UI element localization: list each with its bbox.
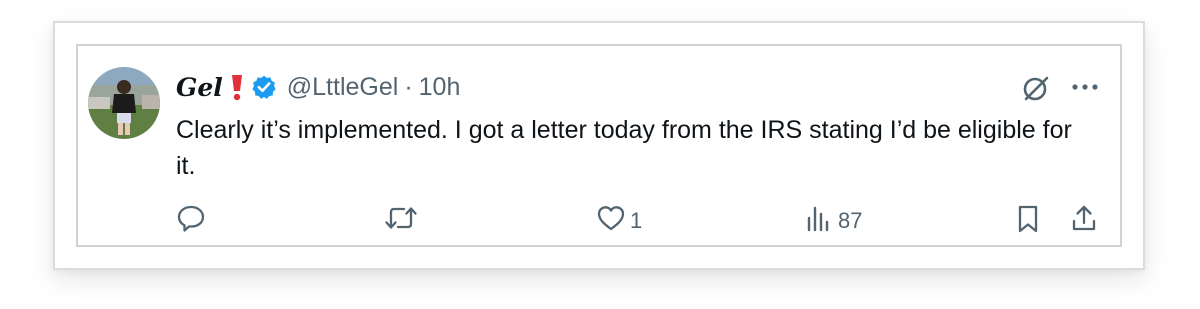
grok-icon[interactable] bbox=[1020, 72, 1052, 104]
retweet-button[interactable] bbox=[384, 203, 424, 238]
share-button[interactable] bbox=[1070, 203, 1098, 238]
exclamation-icon bbox=[229, 73, 245, 101]
retweet-icon bbox=[384, 203, 418, 238]
bookmark-button[interactable] bbox=[1016, 204, 1040, 239]
like-button[interactable]: 1 bbox=[596, 204, 642, 237]
separator-dot: · bbox=[404, 72, 413, 101]
share-icon bbox=[1070, 203, 1098, 238]
more-icon[interactable] bbox=[1070, 80, 1100, 94]
views-button[interactable]: 87 bbox=[806, 204, 862, 237]
tweet-header: Gel @LttleGel · 10h bbox=[176, 70, 460, 104]
avatar-photo bbox=[88, 67, 160, 139]
reply-button[interactable] bbox=[176, 203, 212, 238]
tweet-text: Clearly it’s implemented. I got a letter… bbox=[176, 116, 1072, 180]
bookmark-icon bbox=[1016, 204, 1040, 239]
like-count: 1 bbox=[630, 207, 643, 233]
handle[interactable]: @LttleGel bbox=[287, 73, 399, 102]
views-count: 87 bbox=[838, 207, 863, 233]
verified-badge-icon[interactable] bbox=[251, 74, 277, 100]
reply-icon bbox=[176, 203, 206, 238]
display-name[interactable]: Gel bbox=[176, 73, 223, 102]
timestamp[interactable]: 10h bbox=[419, 73, 461, 102]
avatar[interactable] bbox=[88, 67, 160, 139]
heart-icon bbox=[596, 204, 626, 237]
views-icon bbox=[806, 204, 832, 237]
